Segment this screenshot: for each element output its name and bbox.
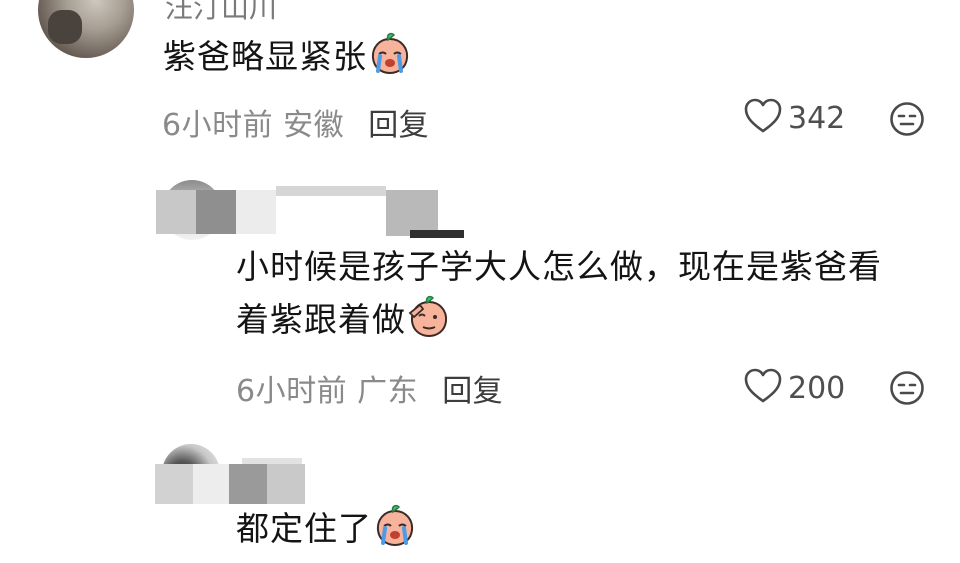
comment-line: 着紫跟着做 xyxy=(236,293,936,354)
comment-time: 6小时前 xyxy=(236,374,348,409)
salute-peach-emoji-icon xyxy=(406,293,452,354)
comment-text: 都定住了 xyxy=(236,502,418,563)
comment-text: 小时候是孩子学大人怎么做，现在是紫爸看 着紫跟着做 xyxy=(236,240,936,354)
comment-body: 紫爸略显紧张 xyxy=(163,37,367,76)
blurred-username xyxy=(156,190,236,234)
comment-line: 小时候是孩子学大人怎么做，现在是紫爸看 xyxy=(236,247,882,286)
comment-meta: 6小时前 广东 回复 xyxy=(236,366,503,410)
blurred-username xyxy=(155,464,305,504)
neutral-face-icon[interactable] xyxy=(889,101,925,141)
like-button[interactable]: 342 xyxy=(744,98,845,138)
comment-location: 安徽 xyxy=(283,108,345,143)
comment-meta: 6小时前 安徽 回复 xyxy=(162,100,429,144)
blurred-username xyxy=(236,190,276,234)
blurred-username xyxy=(276,186,386,196)
comment-body: 都定住了 xyxy=(236,509,372,548)
crying-peach-emoji-icon xyxy=(372,502,418,563)
reply-button[interactable]: 回复 xyxy=(368,108,429,143)
heart-outline-icon xyxy=(744,368,782,408)
blurred-username xyxy=(242,458,302,464)
like-count: 342 xyxy=(788,100,846,136)
like-count: 200 xyxy=(788,370,846,406)
comment-body: 着紫跟着做 xyxy=(236,300,406,339)
like-button[interactable]: 200 xyxy=(744,368,845,408)
commenter-avatar[interactable] xyxy=(38,0,134,58)
blurred-username xyxy=(410,230,464,238)
comment-time: 6小时前 xyxy=(162,108,274,143)
commenter-username[interactable]: 汪汀山川 xyxy=(165,0,277,26)
reply-button[interactable]: 回复 xyxy=(442,374,503,409)
comment-location: 广东 xyxy=(357,374,419,409)
comment-text: 紫爸略显紧张 xyxy=(163,30,413,91)
crying-peach-emoji-icon xyxy=(367,30,413,91)
heart-outline-icon xyxy=(744,98,782,138)
neutral-face-icon[interactable] xyxy=(889,370,925,410)
